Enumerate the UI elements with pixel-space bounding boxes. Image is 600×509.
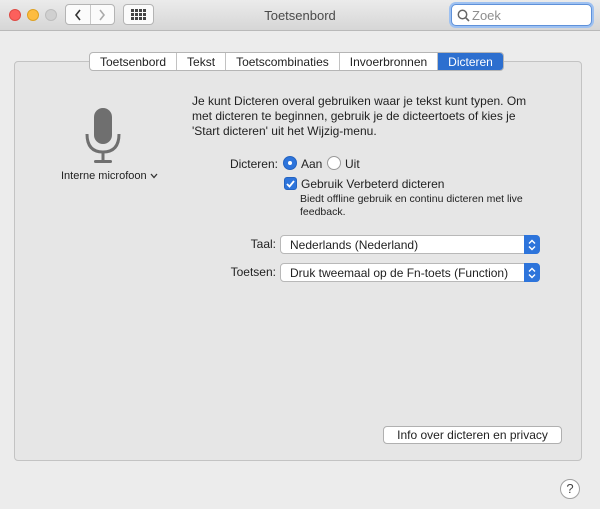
dictation-on-radio[interactable] xyxy=(283,156,297,170)
title-bar: Toetsenbord xyxy=(0,0,600,31)
tab-invoerbronnen[interactable]: Invoerbronnen xyxy=(338,53,437,70)
tab-bar: Toetsenbord Tekst Toetscombinaties Invoe… xyxy=(89,52,504,71)
tab-toetscombinaties[interactable]: Toetscombinaties xyxy=(225,53,339,70)
tab-tekst[interactable]: Tekst xyxy=(176,53,225,70)
dictation-on-label[interactable]: Aan xyxy=(301,157,322,171)
shortcut-value: Druk tweemaal op de Fn-toets (Function) xyxy=(290,266,509,280)
shortcut-label: Toetsen: xyxy=(230,265,276,279)
dictation-description: Je kunt Dicteren overal gebruiken waar j… xyxy=(192,94,527,138)
search-icon xyxy=(457,9,470,22)
chevron-down-icon xyxy=(150,173,158,179)
privacy-info-button[interactable]: Info over dicteren en privacy xyxy=(383,426,562,444)
tab-toetsenbord[interactable]: Toetsenbord xyxy=(90,53,176,70)
checkmark-icon xyxy=(286,179,295,188)
search-field[interactable] xyxy=(451,4,592,26)
enhanced-dictation-checkbox[interactable] xyxy=(284,177,297,190)
microphone-icon xyxy=(85,108,121,163)
language-value: Nederlands (Nederland) xyxy=(290,238,419,252)
enhanced-dictation-description: Biedt offline gebruik en continu dictere… xyxy=(300,193,523,218)
help-button[interactable]: ? xyxy=(560,479,580,499)
language-popup[interactable]: Nederlands (Nederland) xyxy=(280,235,540,254)
enhanced-dictation-label[interactable]: Gebruik Verbeterd dicteren xyxy=(301,177,444,191)
search-input[interactable] xyxy=(472,7,587,23)
language-label: Taal: xyxy=(250,237,276,251)
dictation-off-radio[interactable] xyxy=(327,156,341,170)
dictation-off-label[interactable]: Uit xyxy=(345,157,360,171)
dictation-label: Dicteren: xyxy=(229,157,278,171)
updown-arrows-icon xyxy=(524,235,540,254)
shortcut-popup[interactable]: Druk tweemaal op de Fn-toets (Function) xyxy=(280,263,540,282)
tab-dicteren[interactable]: Dicteren xyxy=(437,53,503,70)
microphone-label: Interne microfoon xyxy=(61,170,147,182)
microphone-source-menu[interactable]: Interne microfoon xyxy=(61,170,158,182)
updown-arrows-icon xyxy=(524,263,540,282)
